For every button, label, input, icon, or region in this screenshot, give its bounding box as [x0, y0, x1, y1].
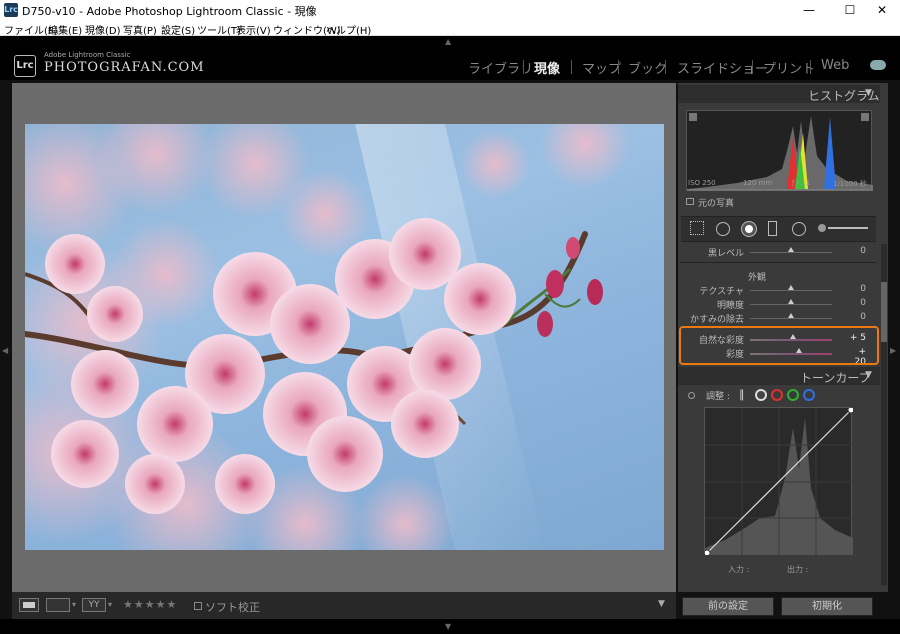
main-photo[interactable] — [25, 124, 664, 550]
app-icon: Lrc — [4, 3, 18, 17]
brand-name: PHOTOGRAFAN.COM — [44, 60, 205, 75]
lrc-logo: Lrc — [14, 55, 36, 77]
filmstrip-toggle-icon[interactable]: ▼ — [445, 622, 451, 631]
iso-value: ISO 250 — [688, 179, 716, 187]
presence-title: 外観 — [748, 273, 767, 283]
original-photo-checkbox[interactable] — [686, 198, 694, 205]
module-separator — [665, 60, 666, 74]
previous-settings-button[interactable]: 前の設定 — [682, 597, 774, 616]
spot-removal-icon[interactable] — [716, 222, 730, 236]
focal-length: 120 mm — [743, 179, 773, 187]
clarity-label: 明瞭度 — [716, 301, 744, 311]
left-panel-strip — [0, 80, 12, 592]
dehaze-label: かすみの除去 — [689, 315, 744, 325]
clarity-slider[interactable] — [750, 304, 832, 305]
graduated-filter-icon[interactable] — [768, 221, 777, 236]
texture-slider[interactable] — [750, 290, 832, 291]
minimize-button[interactable]: — — [793, 0, 825, 20]
histogram-chart — [686, 110, 873, 191]
tone-curve-title: トーンカーブ — [800, 371, 871, 385]
menu-tools[interactable]: ツール(T) — [197, 22, 241, 37]
adjustment-brush-icon[interactable] — [818, 224, 868, 232]
panel-scrollbar-thumb[interactable] — [881, 282, 887, 342]
left-panel-toggle-icon[interactable]: ◀ — [2, 346, 8, 355]
menu-help[interactable]: ヘルプ(H) — [326, 22, 371, 37]
before-after-button[interactable] — [46, 598, 70, 612]
module-separator — [618, 60, 619, 74]
menu-view[interactable]: 表示(V) — [236, 22, 271, 37]
right-panel-strip — [888, 80, 900, 592]
texture-label: テクスチャ — [699, 287, 744, 297]
module-slideshow[interactable]: スライドショー — [677, 58, 768, 77]
menu-edit[interactable]: 編集(E) — [48, 22, 82, 37]
highlight-box — [679, 326, 879, 365]
divider — [680, 262, 876, 263]
dehaze-thumb[interactable] — [788, 313, 794, 318]
black-level-value[interactable]: 0 — [846, 246, 866, 256]
module-separator — [752, 60, 753, 74]
collapse-icon[interactable]: ▼ — [865, 370, 872, 380]
title-bar: Lrc D750-v10 - Adobe Photoshop Lightroom… — [0, 0, 900, 20]
soft-proof-label: ソフト校正 — [205, 601, 260, 614]
point-curve-rgb-icon[interactable] — [755, 389, 767, 401]
original-photo-label: 元の写真 — [698, 199, 735, 209]
dehaze-slider[interactable] — [750, 318, 832, 319]
tone-curve-svg — [703, 406, 855, 557]
window-title: D750-v10 - Adobe Photoshop Lightroom Cla… — [22, 5, 317, 18]
crop-tool-icon[interactable] — [690, 221, 704, 235]
dehaze-value[interactable]: 0 — [846, 312, 866, 322]
menu-bar: ファイル(F) 編集(E) 現像(D) 写真(P) 設定(S) ツール(T) 表… — [0, 20, 900, 37]
module-separator — [810, 60, 811, 74]
module-develop[interactable]: 現像 — [534, 58, 560, 77]
blue-channel-icon[interactable] — [803, 389, 815, 401]
right-panel-toggle-icon[interactable]: ▶ — [890, 346, 896, 355]
curve-adjust-label: 調整 : — [706, 392, 730, 402]
radial-filter-icon[interactable] — [792, 222, 806, 236]
toolbar-menu-icon[interactable]: ▼ — [658, 599, 665, 609]
redeye-icon[interactable] — [742, 222, 756, 236]
tone-curve-graph[interactable] — [703, 406, 855, 557]
chevron-down-icon[interactable]: ▾ — [72, 600, 76, 609]
top-panel-toggle-icon[interactable]: ▲ — [445, 37, 451, 46]
star-rating[interactable]: ★★★★★ — [123, 598, 177, 611]
aperture-value: ƒ / 11 — [792, 179, 811, 187]
maximize-button[interactable]: ☐ — [834, 0, 866, 20]
parametric-curve-icon[interactable]: ∥ — [739, 389, 751, 401]
texture-value[interactable]: 0 — [846, 284, 866, 294]
menu-settings[interactable]: 設定(S) — [161, 22, 195, 37]
module-web[interactable]: Web — [821, 58, 849, 73]
cloud-sync-icon[interactable] — [870, 60, 886, 70]
menu-develop[interactable]: 現像(D) — [85, 22, 121, 37]
black-level-label: 黒レベル — [707, 249, 744, 259]
reset-button[interactable]: 初期化 — [781, 597, 873, 616]
collapse-icon[interactable]: ▼ — [865, 88, 872, 98]
target-adjust-icon[interactable] — [688, 392, 695, 399]
yy-view-button[interactable]: YY — [82, 598, 106, 612]
cherry-blossom-image — [25, 124, 630, 550]
curve-input-label: 入力 : — [728, 565, 750, 574]
brand-product: Adobe Lightroom Classic — [44, 51, 131, 59]
green-channel-icon[interactable] — [787, 389, 799, 401]
clarity-thumb[interactable] — [788, 299, 794, 304]
menu-photo[interactable]: 写真(P) — [123, 22, 157, 37]
loupe-view-button[interactable] — [19, 598, 39, 612]
close-button[interactable]: ✕ — [866, 0, 898, 20]
black-level-slider[interactable] — [750, 252, 832, 253]
red-channel-icon[interactable] — [771, 389, 783, 401]
module-separator — [523, 60, 524, 74]
module-book[interactable]: ブック — [628, 58, 667, 77]
module-map[interactable]: マップ — [582, 58, 621, 77]
module-print[interactable]: プリント — [763, 58, 815, 77]
shutter-speed: 1/1000 秒 — [833, 180, 867, 188]
chevron-down-icon[interactable]: ▾ — [108, 600, 112, 609]
curve-output-label: 出力 : — [787, 565, 809, 574]
clarity-value[interactable]: 0 — [846, 298, 866, 308]
soft-proof-checkbox[interactable] — [194, 602, 202, 610]
texture-thumb[interactable] — [788, 285, 794, 290]
black-level-thumb[interactable] — [788, 247, 794, 252]
module-separator — [571, 60, 572, 74]
